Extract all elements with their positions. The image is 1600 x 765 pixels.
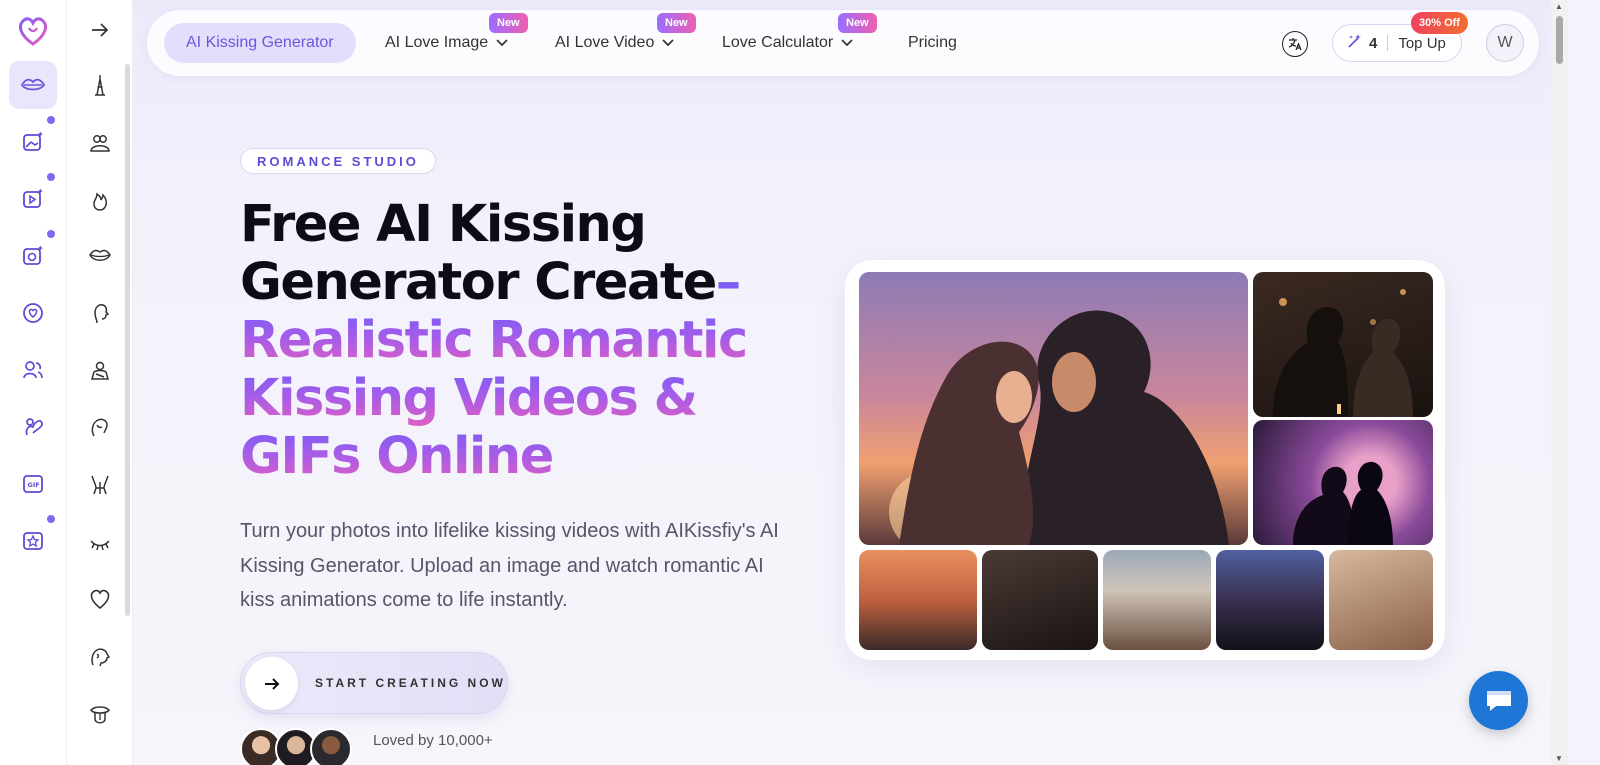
scroll-up-icon[interactable]: ▲	[1555, 2, 1563, 11]
arrow-right-icon	[245, 657, 298, 710]
tongue-icon[interactable]	[85, 700, 115, 730]
nav-label: AI Love Image	[385, 34, 489, 51]
hero-image-couple-sunset	[859, 272, 1248, 545]
nav-pricing[interactable]: Pricing	[908, 23, 957, 63]
new-badge: New	[657, 13, 696, 33]
primary-sidebar: ✦ ✦ ✦ GIF	[0, 0, 67, 765]
translate-icon[interactable]	[1282, 31, 1308, 57]
headline-line: Realistic Romantic	[240, 311, 748, 370]
app-logo[interactable]	[14, 12, 52, 50]
gif-icon[interactable]: GIF	[9, 460, 57, 508]
couple-icon[interactable]	[9, 346, 57, 394]
image-moon-silhouette	[1253, 420, 1433, 545]
avatar	[310, 728, 352, 765]
flame-icon[interactable]	[85, 185, 115, 215]
hair-couple-icon[interactable]	[85, 412, 115, 442]
headline-dash: –	[715, 253, 742, 312]
image-sparkle-icon[interactable]: ✦	[9, 116, 57, 166]
chevron-down-icon	[496, 36, 508, 50]
arrow-right-icon[interactable]	[85, 15, 115, 45]
image-night-sky-couple	[1216, 550, 1324, 650]
divider	[1387, 35, 1389, 51]
image-mother-baby	[1329, 550, 1433, 650]
nav-love-calculator[interactable]: Love Calculator	[722, 23, 853, 63]
image-collage	[844, 259, 1446, 661]
magic-wand-icon	[1347, 33, 1363, 53]
heart-outline-icon[interactable]	[85, 584, 115, 614]
star-box-icon[interactable]	[9, 515, 57, 565]
chevron-down-icon	[841, 36, 853, 50]
svg-text:✦: ✦	[37, 244, 44, 253]
heart-circle-icon[interactable]	[9, 289, 57, 337]
top-up-label: Top Up	[1398, 34, 1446, 52]
secondary-sidebar	[67, 0, 133, 765]
user-avatars	[240, 728, 360, 765]
photo-sparkle-icon[interactable]: ✦	[9, 230, 57, 280]
image-candlelight-couple	[1253, 272, 1433, 417]
image-city-lights-couple	[982, 550, 1098, 650]
new-badge: New	[838, 13, 877, 33]
chat-support-button[interactable]	[1469, 671, 1528, 730]
sidebar-scrollbar[interactable]	[125, 64, 130, 616]
corset-icon[interactable]	[85, 470, 115, 500]
headline-line: Free AI Kissing	[240, 195, 647, 254]
eiffel-tower-icon[interactable]	[85, 70, 115, 100]
image-winter-couple	[1103, 550, 1211, 650]
notification-dot	[47, 230, 55, 238]
notification-dot	[47, 116, 55, 124]
headline-line: Generator Create	[240, 253, 717, 312]
main-content: AI Kissing Generator AI Love Image New A…	[133, 0, 1551, 765]
svg-text:✦: ✦	[37, 130, 44, 139]
faces-icon[interactable]	[85, 642, 115, 672]
hero-subtitle: Turn your photos into lifelike kissing v…	[240, 520, 779, 611]
headline-line: Kissing Videos &	[240, 369, 698, 428]
notification-dot	[47, 515, 55, 523]
embrace-icon[interactable]	[85, 356, 115, 386]
lips-icon[interactable]	[9, 61, 57, 109]
image-beach-couple	[859, 550, 977, 650]
eyelash-icon[interactable]	[85, 528, 115, 558]
chevron-down-icon	[662, 36, 674, 50]
svg-text:GIF: GIF	[28, 481, 40, 489]
scrollbar-thumb[interactable]	[1556, 16, 1563, 64]
eyebrow-tag: ROMANCE STUDIO	[240, 148, 436, 174]
scroll-down-icon[interactable]: ▼	[1555, 754, 1563, 763]
headline-line: GIFs Online	[240, 427, 554, 486]
svg-text:✦: ✦	[37, 187, 44, 196]
cta-label: START CREATING NOW	[315, 676, 506, 690]
new-badge: New	[489, 13, 528, 33]
start-creating-button[interactable]: START CREATING NOW	[240, 652, 508, 714]
social-proof-text: Loved by 10,000+	[373, 732, 493, 749]
nav-label: AI Love Video	[555, 34, 655, 51]
nav-ai-kissing-generator[interactable]: AI Kissing Generator	[164, 23, 356, 63]
hug-icon[interactable]	[85, 128, 115, 158]
notification-dot	[47, 173, 55, 181]
user-avatar[interactable]: W	[1486, 24, 1524, 62]
nav-label: AI Kissing Generator	[186, 34, 334, 51]
discount-badge: 30% Off	[1411, 12, 1468, 34]
top-navigation: AI Kissing Generator AI Love Image New A…	[147, 10, 1539, 76]
nav-label: Love Calculator	[722, 34, 834, 51]
nav-label: Pricing	[908, 34, 957, 51]
video-sparkle-icon[interactable]: ✦	[9, 173, 57, 223]
lips-outline-icon[interactable]	[85, 241, 115, 271]
credit-count: 4	[1369, 34, 1378, 52]
page-title: Free AI Kissing Generator Create– Realis…	[240, 196, 780, 486]
page-scrollbar[interactable]: ▲ ▼	[1551, 0, 1568, 765]
face-profile-icon[interactable]	[85, 298, 115, 328]
kiss-pose-icon[interactable]	[9, 403, 57, 451]
